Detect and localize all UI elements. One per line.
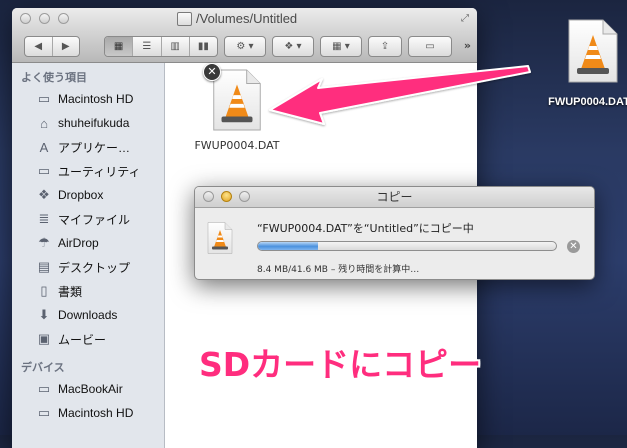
sidebar-item-label: Downloads: [58, 308, 118, 322]
file-item[interactable]: ✕ FWUP0004.DAT: [187, 63, 287, 152]
window-title-text: /Volumes/Untitled: [196, 11, 298, 26]
sidebar-item-all-my-files[interactable]: ≣ マイファイル: [12, 207, 164, 231]
cancel-copy-icon[interactable]: ✕: [567, 240, 580, 253]
vlc-document-icon: ✕: [203, 63, 263, 131]
sidebar-item-home[interactable]: ⌂ shuheifukuda: [12, 111, 164, 135]
sidebar-item-label: アプリケー…: [58, 140, 131, 155]
desktop-file-icon[interactable]: FWUP0004.DAT: [548, 18, 627, 108]
toggle-icon: ▭: [425, 41, 435, 52]
gear-icon: ⚙ ▾: [236, 41, 254, 52]
progress-fill: [258, 242, 319, 250]
dialog-close-button[interactable]: [203, 191, 214, 202]
minimize-window-button[interactable]: [39, 13, 50, 24]
sidebar-item-macintosh-hd-device[interactable]: ▭ Macintosh HD: [12, 401, 164, 425]
copy-progress-bar: [257, 241, 557, 251]
sidebar-item-macintosh-hd[interactable]: ▭ Macintosh HD: [12, 87, 164, 111]
fullscreen-icon[interactable]: ⤢: [461, 13, 469, 24]
vlc-document-icon: [567, 18, 619, 84]
dropbox-icon: ❖ ▾: [284, 41, 302, 52]
finder-sidebar: よく使う項目 ▭ Macintosh HD ⌂ shuheifukuda A ア…: [12, 63, 165, 448]
toolbar-overflow-icon[interactable]: »: [464, 39, 471, 52]
sidebar-item-movies[interactable]: ▣ ムービー: [12, 327, 164, 351]
sidebar-item-utilities[interactable]: ▭ ユーティリティ: [12, 159, 164, 183]
column-view-button[interactable]: ▥: [162, 37, 190, 56]
back-forward-group: ◀ ▶: [24, 36, 80, 57]
window-controls: [20, 13, 69, 24]
sidebar-item-label: Macintosh HD: [58, 92, 134, 106]
tag-button[interactable]: ▭: [408, 36, 452, 57]
finder-titlebar[interactable]: /Volumes/Untitled ⤢: [12, 8, 477, 30]
sidebar-item-label: デスクトップ: [58, 260, 131, 275]
back-button[interactable]: ◀: [25, 37, 53, 56]
copy-progress-dialog: コピー “FWUP0004.DAT”を“Untitled”にコピー中 ✕ 8.4…: [194, 186, 595, 280]
hard-disk-icon: ▭: [37, 91, 51, 106]
zoom-window-button[interactable]: [58, 13, 69, 24]
laptop-icon: ▭: [37, 381, 51, 396]
sidebar-item-label: 書類: [58, 284, 83, 299]
sidebar-item-label: マイファイル: [58, 212, 131, 227]
sidebar-item-airdrop[interactable]: ☂ AirDrop: [12, 231, 164, 255]
file-label: FWUP0004.DAT: [194, 139, 280, 152]
vlc-document-icon: [207, 222, 233, 254]
cover-flow-button[interactable]: ▮▮: [190, 37, 217, 56]
sidebar-devices-title: デバイス: [21, 361, 65, 374]
sidebar-item-downloads[interactable]: ⬇ Downloads: [12, 303, 164, 327]
share-button[interactable]: ⇪: [368, 36, 402, 57]
sidebar-item-label: ムービー: [58, 332, 107, 347]
share-icon: ⇪: [380, 41, 390, 52]
dialog-minimize-button[interactable]: [221, 191, 232, 202]
home-icon: ⌂: [40, 115, 48, 131]
sidebar-item-label: ユーティリティ: [58, 164, 141, 179]
applications-icon: A: [39, 139, 49, 155]
sidebar-item-label: Macintosh HD: [58, 406, 134, 420]
documents-icon: ▯: [40, 283, 48, 298]
dialog-title: コピー: [376, 190, 413, 204]
sidebar-item-label: MacBookAir: [58, 382, 123, 396]
action-menu-button[interactable]: ⚙ ▾: [224, 36, 266, 57]
icon-view-button[interactable]: ▦: [105, 37, 134, 56]
dropbox-menu-button[interactable]: ❖ ▾: [272, 36, 314, 57]
sidebar-item-label: shuheifukuda: [58, 116, 130, 130]
folder-icon: ▭: [37, 163, 51, 178]
movies-icon: ▣: [37, 331, 51, 346]
copy-message: “FWUP0004.DAT”を“Untitled”にコピー中: [257, 222, 474, 235]
sidebar-item-dropbox[interactable]: ❖ Dropbox: [12, 183, 164, 207]
airdrop-icon: ☂: [38, 235, 50, 250]
dialog-window-controls: [203, 191, 250, 202]
sidebar-item-label: AirDrop: [58, 236, 99, 250]
view-mode-group: ▦ ☰ ▥ ▮▮: [104, 36, 218, 57]
sidebar-item-desktop[interactable]: ▤ デスクトップ: [12, 255, 164, 279]
desktop-file-label: FWUP0004.DAT: [548, 96, 627, 108]
window-title: /Volumes/Untitled: [177, 11, 297, 26]
desktop-icon: ▤: [37, 259, 51, 274]
annotation-caption: SDカードにコピー: [199, 345, 482, 384]
hard-disk-icon: ▭: [37, 405, 51, 420]
sidebar-item-label: Dropbox: [58, 188, 104, 202]
downloads-icon: ⬇: [38, 307, 50, 322]
sidebar-item-documents[interactable]: ▯ 書類: [12, 279, 164, 303]
list-view-button[interactable]: ☰: [133, 37, 162, 56]
dropbox-icon: ❖: [38, 187, 50, 202]
all-files-icon: ≣: [38, 211, 50, 226]
arrange-icon: ▦ ▾: [332, 41, 350, 52]
close-icon[interactable]: ✕: [203, 63, 221, 81]
arrange-menu-button[interactable]: ▦ ▾: [320, 36, 362, 57]
dialog-body: “FWUP0004.DAT”を“Untitled”にコピー中 ✕ 8.4 MB/…: [195, 208, 594, 279]
forward-button[interactable]: ▶: [53, 37, 80, 56]
dialog-titlebar[interactable]: コピー: [195, 187, 594, 208]
sidebar-item-macbookair[interactable]: ▭ MacBookAir: [12, 377, 164, 401]
finder-toolbar: ◀ ▶ ▦ ☰ ▥ ▮▮ ⚙ ▾ ❖ ▾ ▦ ▾ ⇪ ▭ »: [12, 30, 477, 63]
dialog-zoom-button[interactable]: [239, 191, 250, 202]
copy-status: 8.4 MB/41.6 MB – 残り時間を計算中…: [257, 265, 420, 275]
volume-icon: [177, 11, 192, 26]
sidebar-favorites-title: よく使う項目: [21, 71, 87, 84]
close-window-button[interactable]: [20, 13, 31, 24]
sidebar-item-applications[interactable]: A アプリケー…: [12, 135, 164, 159]
